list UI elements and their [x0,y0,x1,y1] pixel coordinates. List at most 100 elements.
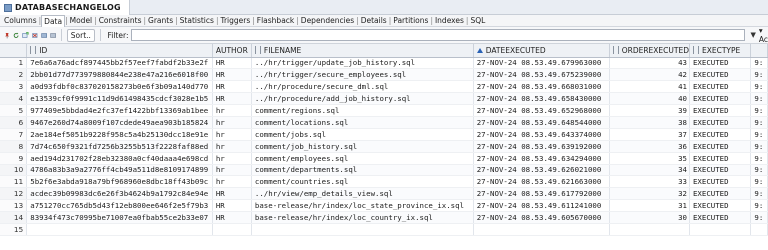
cell-id[interactable]: 9467e260d74a8009f107cdede49aea903b185824 [26,116,213,129]
pin-icon[interactable] [4,30,10,41]
cell-exectype[interactable]: EXECUTED [689,140,752,153]
cell-filename[interactable]: comment/regions.sql [251,104,474,117]
cell-filename[interactable] [251,223,474,236]
table-tab[interactable]: DATABASECHANGELOG [0,0,130,15]
subtab-details[interactable]: Details [359,16,389,25]
column-header-exectype[interactable]: EXECTYPE [689,44,752,58]
cell-exectype[interactable]: EXECUTED [689,164,752,177]
cell-orderexecuted[interactable]: 38 [609,116,690,129]
cell-overflow[interactable]: 9: [750,140,768,153]
table-row[interactable]: 8 7d74c650f9321fd7256b3255b513f2228faf88e… [0,140,768,153]
table-row[interactable]: 3 a0d93fdbf0c837020158273b0e6f3b09a140d77… [0,80,768,94]
cell-exectype[interactable]: EXECUTED [689,80,752,94]
cell-overflow[interactable]: 9: [750,57,768,70]
subtab-indexes[interactable]: Indexes [433,16,466,25]
table-row[interactable]: 7 2ae184ef5051b9228f958c5a4b25130dcc18e91… [0,128,768,141]
cell-exectype[interactable]: EXECUTED [689,175,752,189]
cell-orderexecuted[interactable]: 36 [609,140,690,153]
subtab-model[interactable]: Model [68,16,95,25]
cell-exectype[interactable]: EXECUTED [689,68,752,82]
cell-exectype[interactable]: EXECUTED [689,128,752,141]
cell-orderexecuted[interactable]: 40 [609,92,690,106]
cell-orderexecuted[interactable]: 43 [609,57,690,70]
cell-author[interactable]: hr [212,164,252,177]
cell-author[interactable]: hr [212,116,252,129]
cell-exectype[interactable]: EXECUTED [689,211,752,224]
cell-filename[interactable]: comment/locations.sql [251,116,474,129]
cell-dateexecuted[interactable]: 27-NOV-24 08.53.49.617792000 [473,187,610,201]
cell-dateexecuted[interactable]: 27-NOV-24 08.53.49.668031000 [473,80,610,94]
subtab-columns[interactable]: Columns [2,16,39,25]
cell-id[interactable]: 83934f473c70995be71007ea0fbab55ce2b33e07 [26,211,213,224]
table-row[interactable]: 14 83934f473c70995be71007ea0fbab55ce2b33e… [0,211,768,224]
cell-exectype[interactable]: EXECUTED [689,116,752,129]
cell-author[interactable]: HR [212,211,252,224]
cell-dateexecuted[interactable]: 27-NOV-24 08.53.49.605670000 [473,211,610,224]
table-row[interactable]: 12 acdec39b09983dc6e26f3b4624b9a1792c84e9… [0,187,768,201]
cell-id[interactable]: 5b2f6e3abda918a79bf968960e8dbc18ff43b09c [26,175,213,189]
column-header-id[interactable]: ID [26,44,213,58]
cell-author[interactable]: HR [212,187,252,201]
subtab-partitions[interactable]: Partitions [391,16,430,25]
cell-filename[interactable]: ../hr/trigger/update_job_history.sql [251,57,474,70]
column-header-author[interactable]: AUTHOR [212,44,252,58]
cell-orderexecuted[interactable] [609,223,690,236]
cell-orderexecuted[interactable]: 32 [609,187,690,201]
cell-overflow[interactable]: 9: [750,175,768,189]
subtab-sql[interactable]: SQL [468,16,487,25]
table-row[interactable]: 6 9467e260d74a8009f107cdede49aea903b18582… [0,116,768,129]
cell-filename[interactable]: base-release/hr/index/loc_state_province… [251,199,474,213]
rollback-icon[interactable] [50,30,56,41]
table-row[interactable]: 5 977409e5bbdad4e2fc37ef1422bbf13369ab1be… [0,104,768,117]
cell-overflow[interactable]: 9: [750,187,768,201]
cell-id[interactable]: e13539cf0f9991c11d9d61498435cdcf3028e1b5 [26,92,213,106]
cell-id[interactable]: 2ae184ef5051b9228f958c5a4b25130dcc18e91e [26,128,213,141]
table-row[interactable]: 4 e13539cf0f9991c11d9d61498435cdcf3028e1b… [0,92,768,106]
cell-overflow[interactable]: 9: [750,68,768,82]
cell-filename[interactable]: comment/jobs.sql [251,128,474,141]
cell-filename[interactable]: base-release/hr/index/loc_country_ix.sql [251,211,474,224]
cell-dateexecuted[interactable]: 27-NOV-24 08.53.49.639192000 [473,140,610,153]
cell-exectype[interactable]: EXECUTED [689,152,752,165]
cell-exectype[interactable]: EXECUTED [689,92,752,106]
cell-exectype[interactable]: EXECUTED [689,199,752,213]
cell-dateexecuted[interactable]: 27-NOV-24 08.53.49.611241000 [473,199,610,213]
subtab-constraints[interactable]: Constraints [97,16,144,25]
cell-filename[interactable]: comment/employees.sql [251,152,474,165]
cell-filename[interactable]: comment/job_history.sql [251,140,474,153]
cell-dateexecuted[interactable]: 27-NOV-24 08.53.49.621663000 [473,175,610,189]
filter-dropdown-icon[interactable]: ▼ [750,31,755,39]
cell-author[interactable] [212,223,252,236]
commit-icon[interactable] [41,30,47,41]
cell-id[interactable]: 4786a83b3a9a2776ff4cb49a511d8e8109174899 [26,164,213,177]
actions-menu[interactable]: ▾ Ac [759,26,768,44]
cell-id[interactable]: acdec39b09983dc6e26f3b4624b9a1792c84e94e [26,187,213,201]
cell-id[interactable] [26,223,213,236]
cell-filename[interactable]: ../hr/procedure/secure_dml.sql [251,80,474,94]
cell-overflow[interactable]: 9: [750,80,768,94]
cell-orderexecuted[interactable]: 30 [609,211,690,224]
cell-overflow[interactable]: 9: [750,116,768,129]
cell-dateexecuted[interactable]: 27-NOV-24 08.53.49.675239000 [473,68,610,82]
subtab-flashback[interactable]: Flashback [255,16,296,25]
cell-id[interactable]: a0d93fdbf0c837020158273b0e6f3b09a140d770 [26,80,213,94]
cell-orderexecuted[interactable]: 42 [609,68,690,82]
cell-overflow[interactable]: 9: [750,199,768,213]
cell-author[interactable]: HR [212,57,252,70]
table-row[interactable]: 15 [0,223,768,236]
subtab-data[interactable]: Data [41,14,66,27]
cell-filename[interactable]: comment/countries.sql [251,175,474,189]
cell-dateexecuted[interactable]: 27-NOV-24 08.53.49.643374000 [473,128,610,141]
cell-overflow[interactable]: 9: [750,104,768,117]
table-row[interactable]: 2 2bb01d77d773979880844e238e47a216e6018f0… [0,68,768,82]
table-row[interactable]: 11 5b2f6e3abda918a79bf968960e8dbc18ff43b0… [0,175,768,189]
cell-overflow[interactable]: 9: [750,128,768,141]
cell-dateexecuted[interactable]: 27-NOV-24 08.53.49.648544000 [473,116,610,129]
cell-filename[interactable]: ../hr/trigger/secure_employees.sql [251,68,474,82]
cell-id[interactable]: 7d74c650f9321fd7256b3255b513f2228faf88ed [26,140,213,153]
cell-dateexecuted[interactable]: 27-NOV-24 08.53.49.652968000 [473,104,610,117]
cell-orderexecuted[interactable]: 34 [609,164,690,177]
table-row[interactable]: 1 7e6a6a76adcf897445bb2f57eef7fabdf2b33e2… [0,57,768,70]
cell-exectype[interactable]: EXECUTED [689,57,752,70]
cell-author[interactable]: hr [212,175,252,189]
